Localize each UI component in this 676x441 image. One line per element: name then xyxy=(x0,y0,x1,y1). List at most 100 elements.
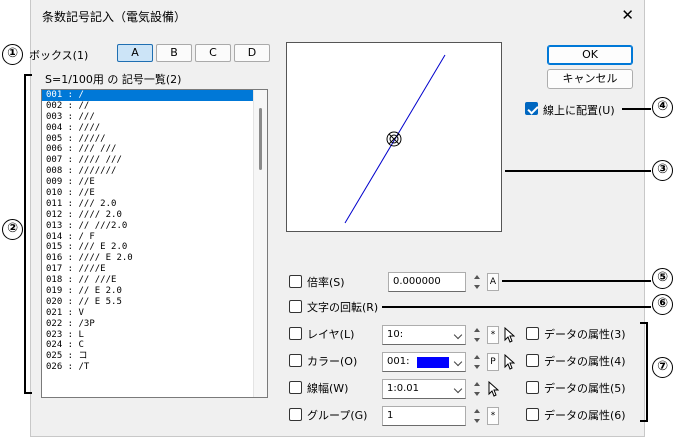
scale-spinner[interactable] xyxy=(472,272,483,292)
annotation-3: ③ xyxy=(652,160,673,181)
annotation-7-bracket xyxy=(640,322,648,422)
list-item[interactable]: 012 : //// 2.0 xyxy=(42,210,267,221)
scale-checkbox[interactable] xyxy=(289,275,302,288)
on-line-checkbox[interactable] xyxy=(525,102,538,115)
annotation-5: ⑤ xyxy=(652,268,673,289)
annotation-2: ② xyxy=(2,219,23,240)
list-item[interactable]: 008 : /////// xyxy=(42,166,267,177)
linewidth-spinner[interactable] xyxy=(472,379,483,399)
layer-any-button[interactable]: * xyxy=(487,326,499,344)
group-any-button[interactable]: * xyxy=(487,407,499,425)
layer-combo[interactable]: 10: xyxy=(382,325,466,345)
annotation-1: ① xyxy=(2,44,23,65)
layer-spinner[interactable] xyxy=(472,325,483,345)
list-item[interactable]: 026 : /T xyxy=(42,362,267,373)
color-pick-button[interactable]: P xyxy=(487,353,499,371)
chevron-down-icon xyxy=(453,384,463,394)
rotate-checkbox[interactable] xyxy=(289,300,302,313)
box-tab-a[interactable]: A xyxy=(117,44,153,62)
list-item[interactable]: 013 : // ///2.0 xyxy=(42,221,267,232)
ok-button[interactable]: OK xyxy=(547,45,633,65)
group-input[interactable]: 1 xyxy=(382,406,466,426)
linewidth-checkbox[interactable] xyxy=(289,381,302,394)
chevron-down-icon xyxy=(453,357,463,367)
list-scrollbar[interactable] xyxy=(253,90,267,397)
color-checkbox[interactable] xyxy=(289,354,302,367)
symbol-preview xyxy=(286,42,502,232)
group-spinner[interactable] xyxy=(472,406,483,426)
attr3-checkbox[interactable] xyxy=(526,327,539,340)
linewidth-label: 線幅(W) xyxy=(307,382,349,395)
list-item[interactable]: 009 : //E xyxy=(42,177,267,188)
list-item[interactable]: 018 : // ///E xyxy=(42,275,267,286)
preview-drawing xyxy=(344,54,446,224)
chevron-down-icon xyxy=(453,330,463,340)
attr3-label: データの属性(3) xyxy=(544,328,626,341)
annotation-3-line xyxy=(505,170,651,172)
annotation-7: ⑦ xyxy=(652,357,673,378)
layer-label: レイヤ(L) xyxy=(307,328,355,341)
color-swatch xyxy=(417,357,449,368)
list-item[interactable]: 007 : //// /// xyxy=(42,155,267,166)
linewidth-value: 1:0.01 xyxy=(387,383,419,394)
attr6-label: データの属性(6) xyxy=(544,409,626,422)
annotation-6: ⑥ xyxy=(652,294,673,315)
list-item[interactable]: 010 : //E xyxy=(42,188,267,199)
pick-cursor-icon[interactable] xyxy=(487,381,499,397)
layer-value: 10: xyxy=(387,329,404,340)
scale-input[interactable]: 0.000000 xyxy=(388,272,466,292)
list-item[interactable]: 014 : / F xyxy=(42,232,267,243)
list-item[interactable]: 005 : ///// xyxy=(42,134,267,145)
list-item[interactable]: 003 : /// xyxy=(42,112,267,123)
annotation-5-line xyxy=(502,280,651,282)
color-label: カラー(O) xyxy=(307,355,358,368)
list-item[interactable]: 015 : /// E 2.0 xyxy=(42,242,267,253)
list-item[interactable]: 006 : /// /// xyxy=(42,144,267,155)
list-item[interactable]: 024 : C xyxy=(42,340,267,351)
color-value: 001: xyxy=(387,356,410,367)
list-item[interactable]: 017 : ////E xyxy=(42,264,267,275)
scrollbar-thumb[interactable] xyxy=(259,108,262,170)
title-bar: 条数記号記入（電気設備） ✕ xyxy=(31,0,644,32)
box-tab-b[interactable]: B xyxy=(156,44,192,62)
attr4-checkbox[interactable] xyxy=(526,354,539,367)
attr5-label: データの属性(5) xyxy=(544,382,626,395)
rotate-label: 文字の回転(R) xyxy=(307,301,379,314)
group-checkbox[interactable] xyxy=(289,408,302,421)
box-tab-c[interactable]: C xyxy=(195,44,231,62)
list-item[interactable]: 001 : / xyxy=(42,90,267,101)
list-item[interactable]: 002 : // xyxy=(42,101,267,112)
attr5-checkbox[interactable] xyxy=(526,381,539,394)
list-item[interactable]: 025 : コ xyxy=(42,351,267,362)
close-icon[interactable]: ✕ xyxy=(621,6,634,24)
box-tab-d[interactable]: D xyxy=(234,44,270,62)
attr4-label: データの属性(4) xyxy=(544,355,626,368)
list-item[interactable]: 004 : //// xyxy=(42,123,267,134)
scale-auto-button[interactable]: A xyxy=(487,273,499,291)
on-line-label: 線上に配置(U) xyxy=(543,104,615,117)
group-label: グループ(G) xyxy=(307,409,368,422)
pick-cursor-icon[interactable] xyxy=(503,354,515,370)
list-item[interactable]: 021 : V xyxy=(42,308,267,319)
attr6-checkbox[interactable] xyxy=(526,408,539,421)
list-item[interactable]: 022 : /3P xyxy=(42,319,267,330)
color-combo[interactable]: 001: xyxy=(382,352,466,372)
annotation-4-line xyxy=(622,108,651,110)
list-item[interactable]: 016 : //// E 2.0 xyxy=(42,253,267,264)
layer-checkbox[interactable] xyxy=(289,327,302,340)
color-spinner[interactable] xyxy=(472,352,483,372)
list-item[interactable]: 023 : L xyxy=(42,330,267,341)
scale-label: 倍率(S) xyxy=(307,276,345,289)
list-item[interactable]: 011 : /// 2.0 xyxy=(42,199,267,210)
symbol-list-label: S=1/100用 の 記号一覧(2) xyxy=(45,73,182,86)
linewidth-combo[interactable]: 1:0.01 xyxy=(382,379,466,399)
list-item[interactable]: 019 : // E 2.0 xyxy=(42,286,267,297)
annotation-2-bracket xyxy=(24,74,32,394)
symbol-list-items: 001 : /002 : //003 : ///004 : ////005 : … xyxy=(42,90,267,373)
window-title: 条数記号記入（電気設備） xyxy=(42,10,187,24)
cancel-button[interactable]: キャンセル xyxy=(547,69,633,89)
annotation-4: ④ xyxy=(652,97,673,118)
pick-cursor-icon[interactable] xyxy=(503,327,515,343)
symbol-listbox[interactable]: 001 : /002 : //003 : ///004 : ////005 : … xyxy=(41,89,268,398)
list-item[interactable]: 020 : // E 5.5 xyxy=(42,297,267,308)
